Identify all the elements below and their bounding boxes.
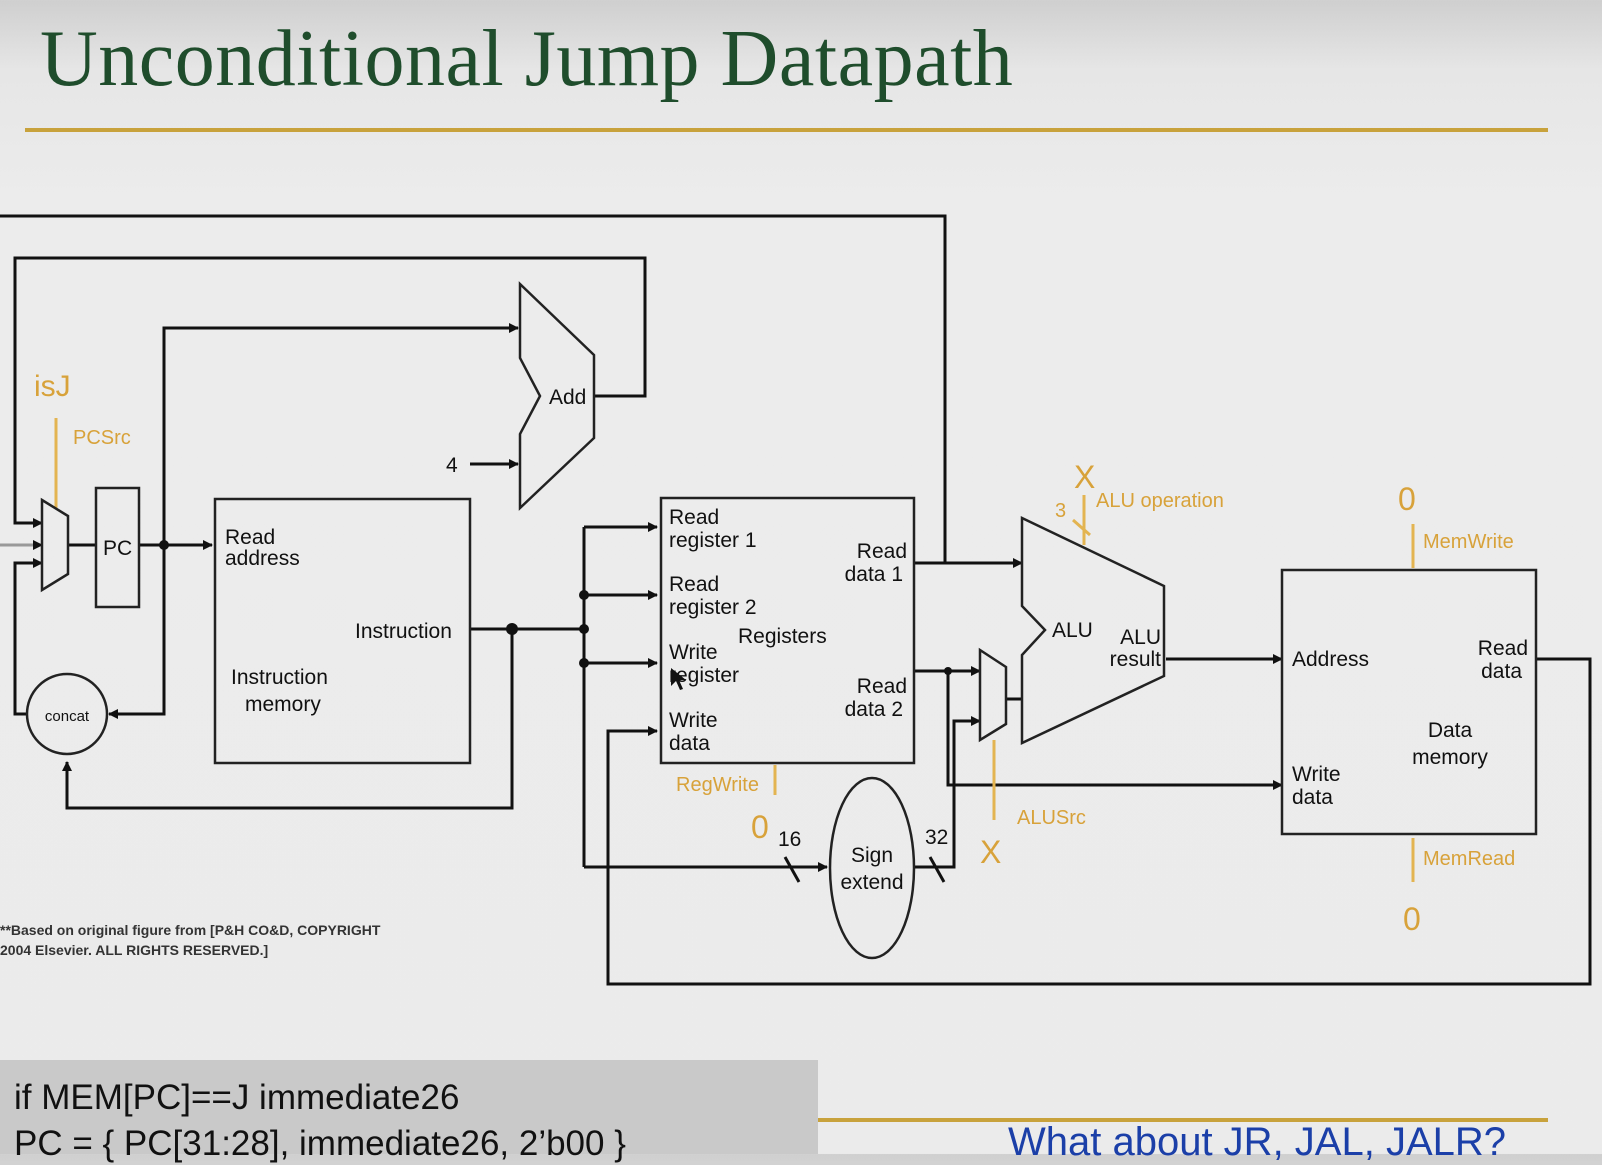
rf-read-reg1-a: Read	[669, 506, 719, 529]
alu-result-a: ALU	[1120, 626, 1161, 649]
code-line-2: PC = { PC[31:28], immediate26, 2’b00 }	[14, 1124, 626, 1163]
dm-title-a: Data	[1428, 719, 1473, 742]
rf-read-data1-a: Read	[857, 540, 907, 563]
sign-extend-unit	[828, 776, 916, 960]
constant-four: 4	[446, 454, 458, 477]
sign-extend-label-b: extend	[840, 871, 903, 894]
memread-value: 0	[1403, 901, 1421, 937]
dm-read-data-b: data	[1481, 660, 1522, 683]
instruction-to-concat-wire	[62, 629, 514, 810]
imem-read-address-1: Read	[225, 526, 275, 549]
figure-credit: **Based on original figure from [P&H CO&…	[0, 920, 380, 960]
rf-write-reg-a: Write	[669, 641, 718, 664]
alusrc-label: ALUSrc	[1017, 807, 1086, 829]
imem-title-1: Instruction	[231, 666, 328, 689]
sign-extend-label-a: Sign	[851, 844, 893, 867]
memread-label: MemRead	[1423, 848, 1515, 870]
imem-read-address-2: address	[225, 547, 300, 570]
aluop-width-slash	[1072, 518, 1091, 537]
alu-source-mux	[978, 647, 1008, 743]
rf-read-data2-b: data 2	[845, 698, 903, 721]
credit-line-2: 2004 Elsevier. ALL RIGHTS RESERVED.]	[0, 942, 269, 958]
datapath-diagram: PC concat Add 4 Read address Instruction…	[0, 214, 1592, 986]
imem-title-2: memory	[245, 693, 321, 716]
rf-write-data-b: data	[669, 732, 710, 755]
alu-result-b: result	[1110, 648, 1162, 671]
control-wires	[54, 418, 1415, 882]
aluop-value: X	[1074, 459, 1095, 495]
rf-read-reg2-a: Read	[669, 573, 719, 596]
alu-operation-label: ALU operation	[1096, 490, 1224, 512]
aluop-width: 3	[1055, 500, 1066, 522]
rf-read-data1-b: data 1	[845, 563, 903, 586]
pc-label: PC	[103, 537, 132, 560]
memwrite-value: 0	[1398, 481, 1416, 517]
add-label: Add	[549, 386, 586, 409]
question-text: What about JR, JAL, JALR?	[1008, 1120, 1507, 1164]
dm-address: Address	[1292, 648, 1369, 671]
pc-to-concat-wire	[108, 545, 166, 719]
pc-to-add-wire	[162, 323, 519, 545]
code-line-1: if MEM[PC]==J immediate26	[14, 1078, 460, 1117]
alu-label: ALU	[1052, 619, 1093, 642]
width-label-16: 16	[778, 828, 801, 851]
rf-read-reg2-b: register 2	[669, 596, 757, 619]
memwrite-label: MemWrite	[1423, 531, 1514, 553]
imem-instruction-port: Instruction	[355, 620, 452, 643]
pcsrc-label: PCSrc	[73, 427, 131, 449]
concat-label: concat	[45, 708, 90, 725]
regwrite-value: 0	[751, 809, 769, 845]
dm-read-data-a: Read	[1478, 637, 1528, 660]
width-slash-32	[928, 856, 946, 883]
isj-label: isJ	[34, 370, 71, 403]
jr-wire	[0, 214, 947, 563]
rf-title: Registers	[738, 625, 827, 648]
concat-to-mux-wire	[13, 558, 43, 716]
rf-read-reg1-b: register 1	[669, 529, 757, 552]
alusrc-value: X	[980, 834, 1001, 870]
width-label-32: 32	[925, 826, 948, 849]
wires	[0, 214, 1592, 986]
dm-write-data-a: Write	[1292, 763, 1341, 786]
dm-title-b: memory	[1412, 746, 1488, 769]
pc-source-mux	[40, 497, 70, 593]
dm-write-data-b: data	[1292, 786, 1333, 809]
rf-write-data-a: Write	[669, 709, 718, 732]
width-slash-16	[783, 856, 801, 883]
credit-line-1: **Based on original figure from [P&H CO&…	[0, 922, 381, 938]
rf-read-data2-a: Read	[857, 675, 907, 698]
regwrite-label: RegWrite	[676, 774, 759, 796]
